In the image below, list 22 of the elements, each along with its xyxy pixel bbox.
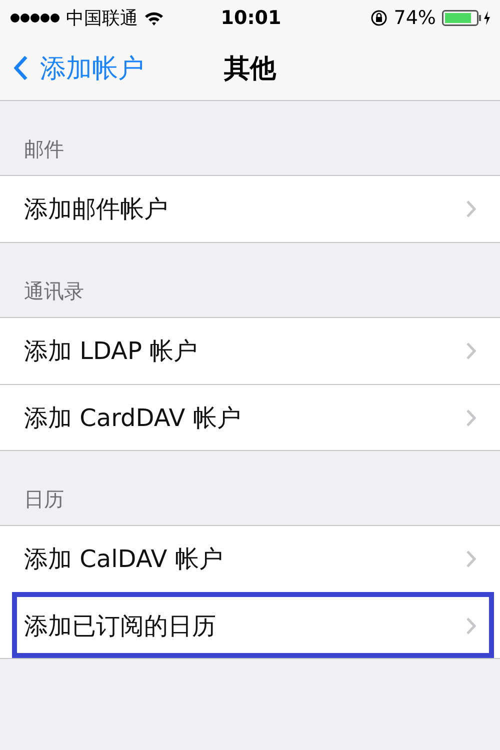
back-chevron-icon — [14, 55, 28, 81]
signal-icon — [10, 13, 60, 23]
list-row[interactable]: 添加 LDAP 帐户 — [0, 318, 500, 384]
list-row[interactable]: 添加已订阅的日历 — [12, 592, 494, 658]
section-header: 通讯录 — [23, 278, 85, 305]
battery-charging-icon — [442, 10, 492, 26]
carrier-name: 中国联通 — [66, 7, 138, 30]
list-row[interactable]: 添加 CalDAV 帐户 — [0, 526, 500, 592]
chevron-icon — [466, 200, 476, 218]
wifi-icon — [144, 10, 164, 26]
chevron-icon — [466, 550, 476, 568]
section-header: 日历 — [23, 486, 65, 513]
status-time: 10:01 — [220, 7, 282, 29]
chevron-icon — [466, 342, 476, 360]
chevron-icon — [466, 408, 476, 426]
section-header: 邮件 — [23, 136, 65, 163]
list-row[interactable]: 添加邮件帐户 — [0, 176, 500, 242]
nav-title: 其他 — [224, 52, 276, 86]
battery-percent: 74% — [394, 7, 436, 29]
list-row[interactable]: 添加 CardDAV 帐户 — [0, 384, 500, 450]
rotation-lock-icon — [370, 9, 388, 27]
chevron-icon — [466, 616, 476, 634]
